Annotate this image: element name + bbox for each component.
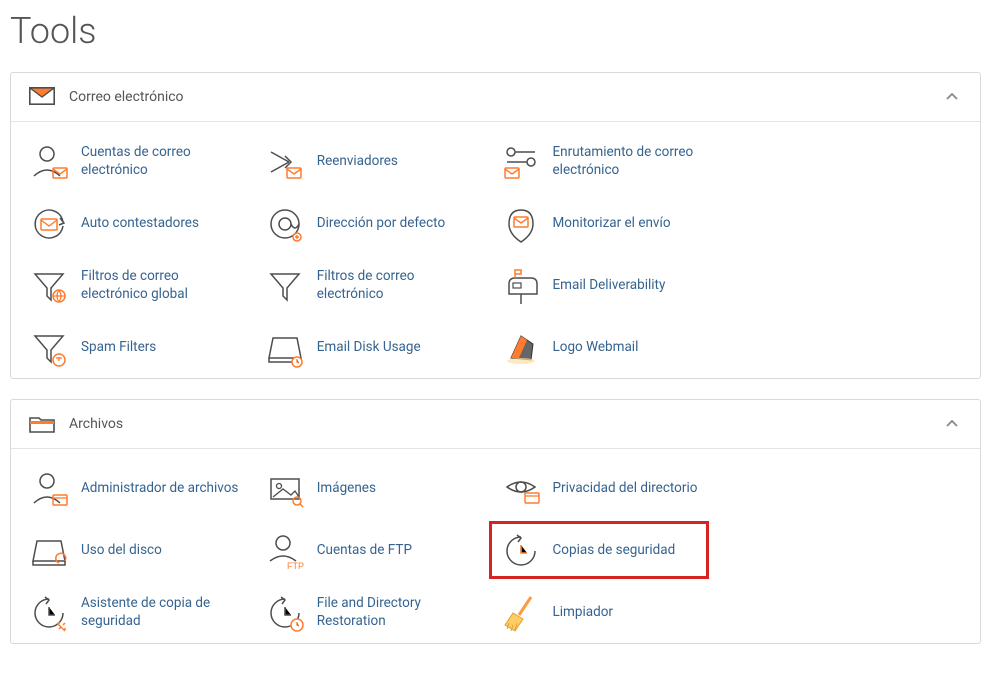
backup-icon	[501, 531, 541, 571]
tool-label: Reenviadores	[317, 153, 398, 171]
tool-label: Dirección por defecto	[317, 215, 445, 233]
images-icon	[265, 469, 305, 509]
chevron-up-icon[interactable]	[942, 414, 962, 434]
tool-track-delivery[interactable]: Monitorizar el envío	[501, 202, 727, 246]
folder-icon	[29, 414, 55, 434]
tool-label: Limpiador	[553, 604, 614, 622]
tool-forwarders[interactable]: Reenviadores	[265, 140, 491, 184]
tool-label: Uso del disco	[81, 542, 162, 560]
track-delivery-icon	[501, 204, 541, 244]
tool-label: File and Directory Restoration	[317, 595, 477, 630]
tool-label: Administrador de archivos	[81, 480, 238, 498]
tool-backup-wizard[interactable]: Asistente de copia de seguridad	[29, 591, 255, 635]
backup-wizard-icon	[29, 593, 69, 633]
tool-label: Filtros de correo electrónico global	[81, 268, 241, 303]
panel-body-files: Administrador de archivos Imágenes	[11, 448, 980, 643]
tool-cleaner[interactable]: Limpiador	[501, 591, 727, 635]
tool-label: Filtros de correo electrónico	[317, 268, 477, 303]
at-icon	[265, 204, 305, 244]
ftp-icon: FTP	[265, 531, 305, 571]
tool-label: Auto contestadores	[81, 215, 199, 233]
filters-icon	[265, 266, 305, 306]
tool-label: Cuentas de FTP	[317, 542, 412, 560]
restoration-icon	[265, 593, 305, 633]
tool-email-filters[interactable]: Filtros de correo electrónico	[265, 264, 491, 308]
tool-email-deliverability[interactable]: Email Deliverability	[501, 264, 727, 308]
panel-title-files: Archivos	[69, 416, 123, 432]
tool-label: Logo Webmail	[553, 339, 639, 357]
tool-directory-privacy[interactable]: Privacidad del directorio	[501, 467, 727, 511]
tool-email-accounts[interactable]: Cuentas de correo electrónico	[29, 140, 255, 184]
panel-header-email[interactable]: Correo electrónico	[11, 73, 980, 121]
tool-email-routing[interactable]: Enrutamiento de correo electrónico	[501, 140, 727, 184]
tool-file-manager[interactable]: Administrador de archivos	[29, 467, 255, 511]
chevron-up-icon[interactable]	[942, 87, 962, 107]
tool-global-filters[interactable]: Filtros de correo electrónico global	[29, 264, 255, 308]
panel-title-email: Correo electrónico	[69, 89, 184, 105]
tool-email-disk-usage[interactable]: Email Disk Usage	[265, 326, 491, 370]
webmail-icon	[501, 328, 541, 368]
panel-body-email: Cuentas de correo electrónico Reenviador…	[11, 121, 980, 378]
tool-label: Monitorizar el envío	[553, 215, 671, 233]
tool-label: Enrutamiento de correo electrónico	[553, 144, 713, 179]
routing-icon	[501, 142, 541, 182]
autoresponders-icon	[29, 204, 69, 244]
tool-label: Copias de seguridad	[553, 542, 676, 560]
mailbox-icon	[501, 266, 541, 306]
tool-disk-usage[interactable]: Uso del disco	[29, 529, 255, 573]
forwarders-icon	[265, 142, 305, 182]
tool-label: Asistente de copia de seguridad	[81, 595, 241, 630]
privacy-icon	[501, 469, 541, 509]
panel-email: Correo electrónico Cuentas de correo ele…	[10, 72, 981, 379]
tool-images[interactable]: Imágenes	[265, 467, 491, 511]
tool-label: Imágenes	[317, 480, 376, 498]
panel-files: Archivos Administrador de archivos	[10, 399, 981, 644]
page-title: Tools	[10, 10, 981, 52]
tool-label: Cuentas de correo electrónico	[81, 144, 241, 179]
tool-label: Spam Filters	[81, 339, 156, 357]
tool-webmail[interactable]: Logo Webmail	[501, 326, 727, 370]
email-accounts-icon	[29, 142, 69, 182]
tool-label: Email Deliverability	[553, 277, 666, 295]
spam-filter-icon	[29, 328, 69, 368]
panel-header-files[interactable]: Archivos	[11, 400, 980, 448]
tool-default-address[interactable]: Dirección por defecto	[265, 202, 491, 246]
file-manager-icon	[29, 469, 69, 509]
mail-icon	[29, 87, 55, 107]
tool-ftp-accounts[interactable]: FTP Cuentas de FTP	[265, 529, 491, 573]
tool-spam-filters[interactable]: Spam Filters	[29, 326, 255, 370]
broom-icon	[501, 593, 541, 633]
global-filters-icon	[29, 266, 69, 306]
tool-file-restoration[interactable]: File and Directory Restoration	[265, 591, 491, 635]
tool-backup[interactable]: Copias de seguridad	[501, 529, 727, 573]
tool-autoresponders[interactable]: Auto contestadores	[29, 202, 255, 246]
disk-usage-icon	[29, 531, 69, 571]
disk-usage-icon	[265, 328, 305, 368]
tool-label: Privacidad del directorio	[553, 480, 698, 498]
svg-text:FTP: FTP	[287, 561, 304, 571]
tool-label: Email Disk Usage	[317, 339, 421, 357]
